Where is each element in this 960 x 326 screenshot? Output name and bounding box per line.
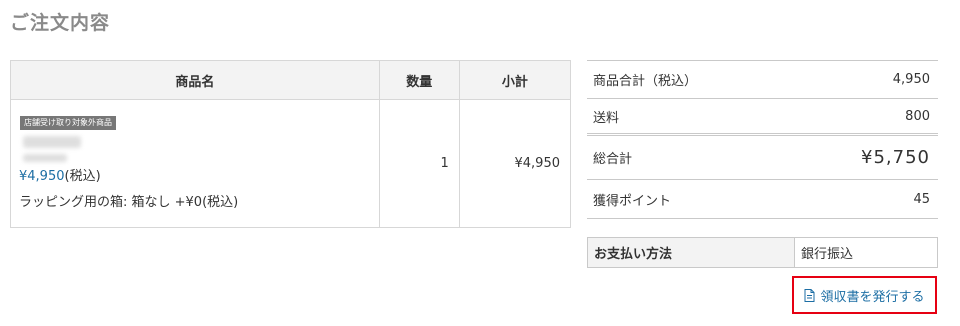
header-subtotal: 小計 [458,60,572,100]
document-icon [804,288,815,302]
product-option-redacted [23,153,67,162]
product-price: ¥4,950 [19,168,65,184]
grand-total-value: ¥5,750 [861,147,930,168]
product-price-line: ¥4,950(税込) [19,168,371,186]
summary-row-shipping: 送料 800 [587,99,938,136]
payment-method-label: お支払い方法 [587,237,795,268]
payment-method-table: お支払い方法 銀行振込 [587,237,938,268]
points-label: 獲得ポイント [593,193,672,209]
points-value: 45 [913,191,930,207]
summary-row-items-total: 商品合計（税込） 4,950 [587,60,938,99]
summary-row-grand-total: 総合計 ¥5,750 [587,136,938,180]
table-row: 店舗受け取り対象外商品 ¥4,950(税込) ラッピング用の箱: 箱なし +¥0… [10,99,572,228]
product-name-redacted [23,135,81,148]
page-title: ご注文内容 [10,12,111,34]
shipping-value: 800 [905,108,930,124]
issue-receipt-label: 領収書を発行する [820,289,925,305]
items-total-label: 商品合計（税込） [593,74,698,89]
pickup-excluded-badge: 店舗受け取り対象外商品 [20,115,116,130]
issue-receipt-link[interactable]: 領収書を発行する [792,276,937,314]
product-tax-note: (税込) [64,168,101,184]
table-header-row: 商品名 数量 小計 [10,60,572,100]
order-summary: 商品合計（税込） 4,950 送料 800 総合計 ¥5,750 獲得ポイント … [587,60,938,219]
order-items-table: 商品名 数量 小計 店舗受け取り対象外商品 ¥4,950(税込) ラッピング用の… [10,60,572,228]
grand-total-label: 総合計 [593,152,633,167]
header-quantity: 数量 [378,60,460,100]
payment-method-value: 銀行振込 [794,237,938,268]
shipping-label: 送料 [593,110,620,126]
wrapping-option: ラッピング用の箱: 箱なし +¥0(税込) [19,194,239,210]
items-total-value: 4,950 [892,72,930,87]
header-product-name: 商品名 [10,60,380,100]
product-quantity: 1 [378,99,460,228]
product-subtotal: ¥4,950 [458,99,572,228]
summary-row-points: 獲得ポイント 45 [587,180,938,219]
payment-row: お支払い方法 銀行振込 [587,237,938,268]
product-cell: 店舗受け取り対象外商品 ¥4,950(税込) ラッピング用の箱: 箱なし +¥0… [10,99,380,228]
